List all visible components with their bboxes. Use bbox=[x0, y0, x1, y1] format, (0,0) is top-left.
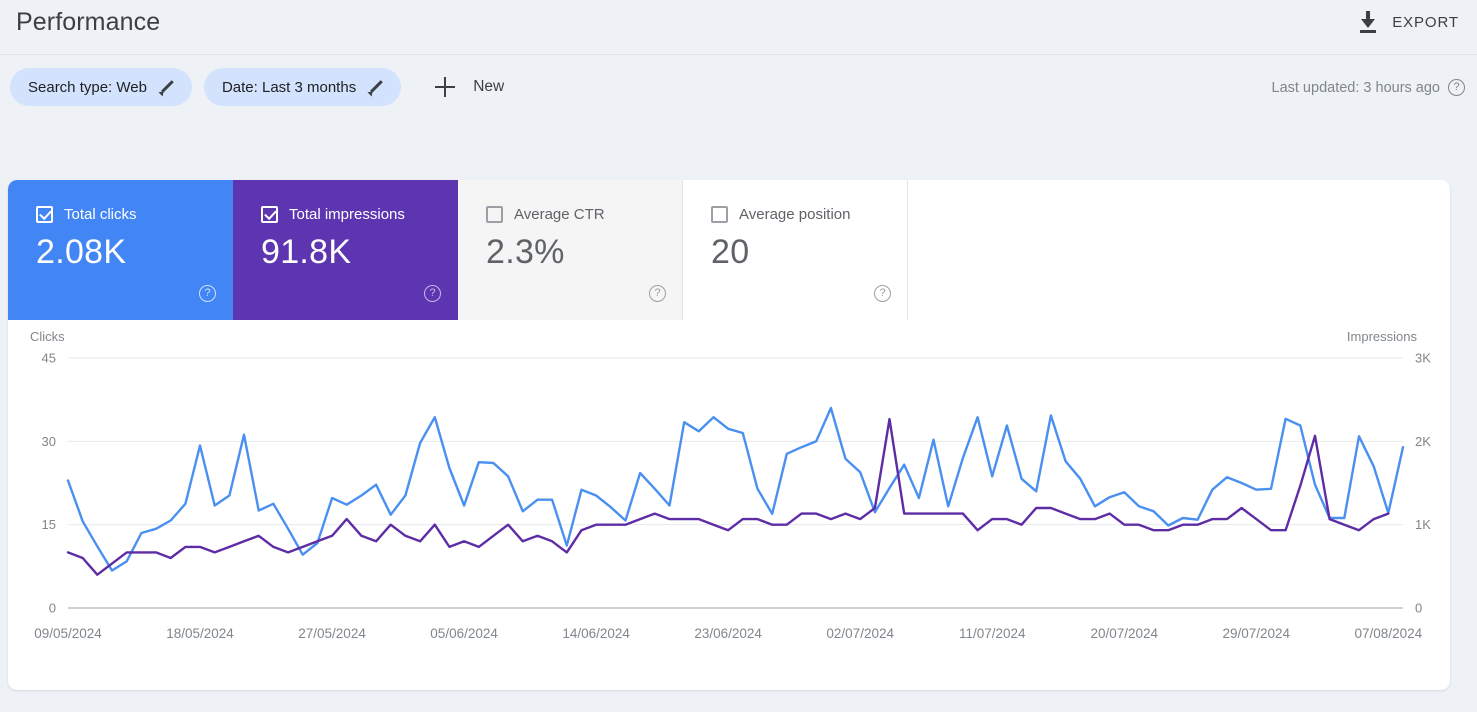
help-icon[interactable]: ? bbox=[649, 285, 666, 302]
help-icon[interactable]: ? bbox=[199, 285, 216, 302]
metric-tile-total-clicks[interactable]: Total clicks 2.08K ? bbox=[8, 180, 233, 320]
chart-svg: 0 0 15 1K 30 2K 45 3K 09/05/2024 18/05/2024 27/05/… bbox=[34, 351, 1431, 642]
download-icon bbox=[1358, 11, 1378, 33]
help-icon[interactable]: ? bbox=[1448, 79, 1465, 96]
svg-text:11/07/2024: 11/07/2024 bbox=[959, 626, 1026, 641]
svg-text:18/05/2024: 18/05/2024 bbox=[166, 626, 234, 641]
metric-label-total-clicks: Total clicks bbox=[64, 206, 137, 223]
export-button-label: EXPORT bbox=[1392, 13, 1459, 31]
svg-text:2K: 2K bbox=[1415, 434, 1431, 449]
checkbox-average-ctr[interactable] bbox=[486, 206, 503, 223]
new-filter-button[interactable]: New bbox=[425, 68, 514, 106]
checkbox-average-position[interactable] bbox=[711, 206, 728, 223]
svg-text:45: 45 bbox=[42, 351, 56, 366]
svg-text:15: 15 bbox=[42, 517, 56, 532]
performance-card: Total clicks 2.08K ? Total impressions 9… bbox=[8, 180, 1450, 690]
svg-text:30: 30 bbox=[42, 434, 56, 449]
svg-text:27/05/2024: 27/05/2024 bbox=[298, 626, 366, 641]
pencil-icon[interactable] bbox=[159, 80, 174, 95]
svg-text:07/08/2024: 07/08/2024 bbox=[1355, 626, 1423, 641]
performance-chart: Clicks Impressions 0 0 15 1K 30 2K 45 3K 09/05/2… bbox=[8, 320, 1450, 690]
svg-text:3K: 3K bbox=[1415, 351, 1431, 366]
metric-value-total-clicks: 2.08K bbox=[36, 233, 127, 271]
checkbox-total-clicks[interactable] bbox=[36, 206, 53, 223]
filter-chip-search-type-label: Search type: Web bbox=[28, 78, 147, 96]
metric-tiles: Total clicks 2.08K ? Total impressions 9… bbox=[8, 180, 908, 320]
metric-help-total-impressions[interactable]: ? bbox=[424, 283, 441, 302]
svg-text:02/07/2024: 02/07/2024 bbox=[826, 626, 894, 641]
plus-icon bbox=[435, 77, 456, 97]
filter-chip-date[interactable]: Date: Last 3 months bbox=[203, 68, 402, 106]
metric-label-average-position: Average position bbox=[739, 206, 851, 223]
svg-text:05/06/2024: 05/06/2024 bbox=[430, 626, 498, 641]
page-title: Performance bbox=[16, 8, 161, 36]
metric-value-average-ctr: 2.3% bbox=[486, 233, 565, 271]
svg-text:0: 0 bbox=[1415, 601, 1422, 616]
help-icon[interactable]: ? bbox=[874, 285, 891, 302]
last-updated-text: Last updated: 3 hours ago bbox=[1271, 79, 1441, 96]
page-header: Performance EXPORT bbox=[0, 0, 1477, 55]
metric-value-average-position: 20 bbox=[711, 233, 750, 271]
svg-text:1K: 1K bbox=[1415, 517, 1431, 532]
svg-text:09/05/2024: 09/05/2024 bbox=[34, 626, 102, 641]
metric-value-total-impressions: 91.8K bbox=[261, 233, 352, 271]
metric-help-average-ctr[interactable]: ? bbox=[649, 283, 666, 302]
metric-tile-average-ctr[interactable]: Average CTR 2.3% ? bbox=[458, 180, 683, 320]
new-filter-label: New bbox=[473, 78, 505, 95]
metric-label-average-ctr: Average CTR bbox=[514, 206, 605, 223]
help-icon[interactable]: ? bbox=[424, 285, 441, 302]
svg-text:14/06/2024: 14/06/2024 bbox=[562, 626, 630, 641]
svg-text:20/07/2024: 20/07/2024 bbox=[1090, 626, 1158, 641]
filter-bar: Search type: Web Date: Last 3 months New… bbox=[0, 55, 1477, 125]
svg-text:23/06/2024: 23/06/2024 bbox=[694, 626, 762, 641]
filter-chip-search-type[interactable]: Search type: Web bbox=[10, 68, 192, 106]
pencil-icon[interactable] bbox=[368, 80, 383, 95]
checkbox-total-impressions[interactable] bbox=[261, 206, 278, 223]
filter-chip-date-label: Date: Last 3 months bbox=[221, 78, 357, 96]
export-button[interactable]: EXPORT bbox=[1350, 5, 1467, 39]
svg-text:29/07/2024: 29/07/2024 bbox=[1223, 626, 1291, 641]
metric-tile-average-position[interactable]: Average position 20 ? bbox=[683, 180, 908, 320]
metric-tile-total-impressions[interactable]: Total impressions 91.8K ? bbox=[233, 180, 458, 320]
svg-text:0: 0 bbox=[49, 601, 56, 616]
filter-chips: Search type: Web Date: Last 3 months New bbox=[10, 68, 514, 106]
metric-help-total-clicks[interactable]: ? bbox=[199, 283, 216, 302]
last-updated: Last updated: 3 hours ago ? bbox=[1271, 79, 1465, 96]
metric-help-average-position[interactable]: ? bbox=[874, 283, 891, 302]
metric-label-total-impressions: Total impressions bbox=[289, 206, 405, 223]
